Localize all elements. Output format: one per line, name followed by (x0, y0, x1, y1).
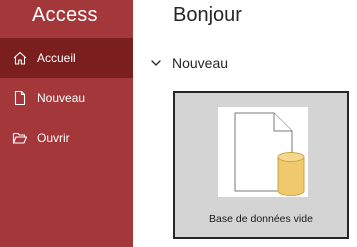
folder-open-icon (12, 130, 28, 146)
new-document-icon (12, 90, 28, 106)
sidebar-item-label: Nouveau (37, 91, 86, 105)
sidebar-item-ouvrir[interactable]: Ouvrir (0, 118, 133, 158)
sidebar-item-nouveau[interactable]: Nouveau (0, 78, 133, 118)
blank-database-icon (234, 112, 305, 196)
page-title: Bonjour (173, 4, 242, 26)
sidebar-item-label: Accueil (37, 51, 76, 65)
access-backstage: Access Accueil Nouveau Ouvrir Bonjour No… (0, 0, 357, 247)
sidebar-item-label: Ouvrir (37, 131, 70, 145)
section-title: Nouveau (172, 55, 229, 71)
home-icon (12, 50, 28, 66)
sidebar: Access Accueil Nouveau Ouvrir (0, 0, 133, 247)
section-nouveau-toggle[interactable]: Nouveau (151, 55, 228, 71)
app-title: Access (32, 4, 98, 26)
template-caption: Base de données vide (209, 213, 313, 225)
template-thumbnail (218, 107, 308, 197)
chevron-down-icon (151, 58, 161, 68)
blank-database-template[interactable]: Base de données vide (173, 91, 349, 239)
sidebar-item-accueil[interactable]: Accueil (0, 38, 133, 78)
main-pane: Bonjour Nouveau Base de données vide (133, 0, 357, 247)
